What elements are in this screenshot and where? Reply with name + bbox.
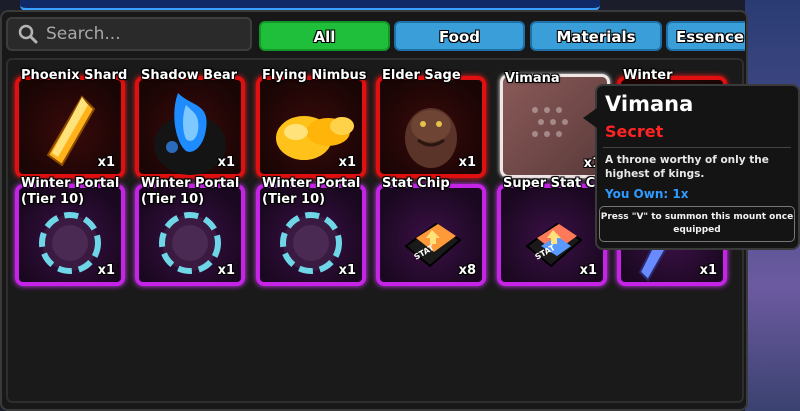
- item-name: Shadow Bear: [141, 68, 238, 83]
- item-slot-winter-portal-2[interactable]: Winter Portal (Tier 10) x1: [135, 176, 245, 286]
- item-tooltip: Vimana Secret A throne worthy of only th…: [583, 84, 800, 250]
- tooltip-description: A throne worthy of only the highest of k…: [605, 154, 769, 180]
- item-name: Stat Chip: [382, 176, 450, 191]
- tab-essence[interactable]: Essence S: [666, 21, 745, 51]
- tooltip-title: Vimana: [605, 92, 694, 116]
- item-name: Winter Portal (Tier 10): [262, 176, 361, 207]
- item-quantity: x1: [699, 263, 717, 278]
- search-input[interactable]: [44, 23, 238, 45]
- stat-chip-icon: STAT: [404, 223, 462, 268]
- item-name: Elder Sage: [382, 68, 461, 83]
- item-name: Winter Portal (Tier 10): [21, 176, 120, 207]
- portal-icon: [39, 211, 101, 274]
- tab-label: All: [313, 28, 336, 46]
- tab-label: Materials: [556, 28, 636, 46]
- super-stat-chip-icon: STAT: [525, 223, 583, 268]
- portal-icon: [280, 211, 342, 274]
- search-icon: [18, 24, 38, 44]
- item-quantity: x1: [217, 263, 235, 278]
- item-quantity: x1: [338, 263, 356, 278]
- item-quantity: x1: [338, 155, 356, 170]
- phoenix-shard-icon: [46, 95, 96, 167]
- tab-all[interactable]: All: [259, 21, 390, 51]
- search-box[interactable]: [6, 17, 252, 51]
- item-quantity: x1: [97, 155, 115, 170]
- item-slot-phoenix-shard[interactable]: Phoenix Shard x1: [15, 68, 127, 178]
- tab-food[interactable]: Food: [394, 21, 525, 51]
- item-quantity: x8: [458, 263, 476, 278]
- item-quantity: x1: [97, 263, 115, 278]
- item-name: Phoenix Shard: [21, 68, 128, 83]
- elder-sage-icon: [405, 108, 457, 169]
- item-slot-super-stat-chip[interactable]: Super Stat Chip STAT x1: [497, 176, 618, 286]
- item-slot-winter-portal-1[interactable]: Winter Portal (Tier 10) x1: [15, 176, 125, 286]
- item-quantity: x1: [217, 155, 235, 170]
- item-slot-stat-chip[interactable]: Stat Chip STAT x8: [376, 176, 486, 286]
- tooltip-owned-count: You Own: 1x: [605, 187, 689, 201]
- item-slot-flying-nimbus[interactable]: Flying Nimbus x1: [256, 68, 367, 178]
- tooltip-hint: Press "V" to summon this mount once equi…: [599, 206, 795, 242]
- tooltip-rarity: Secret: [605, 122, 664, 141]
- tab-label: Food: [439, 28, 480, 46]
- item-slot-winter-portal-3[interactable]: Winter Portal (Tier 10) x1: [256, 176, 366, 286]
- item-name: Winter: [623, 68, 673, 83]
- tab-materials[interactable]: Materials: [530, 21, 662, 51]
- tooltip-divider: [603, 147, 791, 148]
- item-quantity: x1: [579, 263, 597, 278]
- item-slot-shadow-bear[interactable]: Shadow Bear x1: [135, 68, 245, 178]
- portal-icon: [159, 211, 221, 274]
- item-name: Flying Nimbus: [262, 68, 367, 83]
- item-slot-elder-sage[interactable]: Elder Sage x1: [376, 68, 486, 178]
- item-quantity: x1: [458, 155, 476, 170]
- tab-label: Essence S: [676, 28, 745, 46]
- item-name: Winter Portal (Tier 10): [141, 176, 240, 207]
